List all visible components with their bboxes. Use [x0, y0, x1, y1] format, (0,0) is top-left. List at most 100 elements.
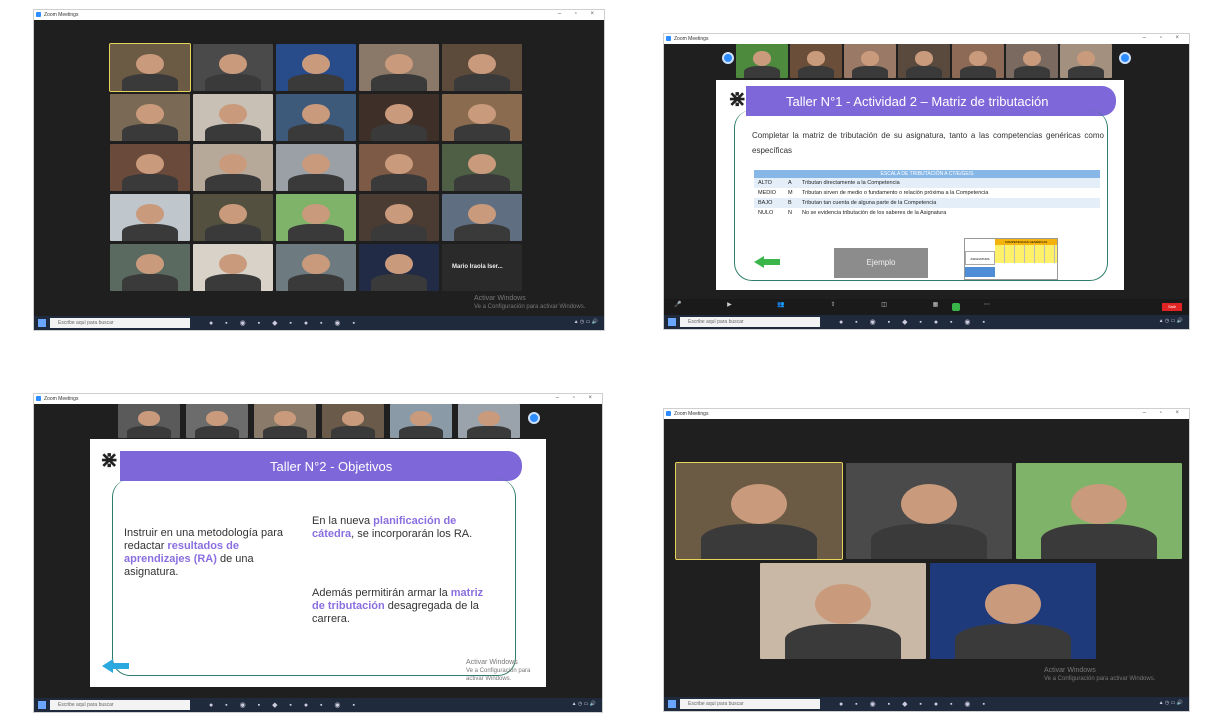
share-screen-icon[interactable] — [952, 303, 960, 311]
taskbar-app-icons[interactable]: ● ▪ ◉ ▪ ◆ ▪ ● ▪ ◉ ▪ — [839, 700, 990, 708]
participant-face — [302, 154, 330, 175]
slide-title: Taller N°1 - Actividad 2 – Matriz de tri… — [786, 94, 1049, 109]
video-tile[interactable] — [193, 194, 273, 241]
video-tile[interactable] — [193, 244, 273, 291]
video-tile[interactable] — [193, 94, 273, 141]
video-tile[interactable] — [930, 563, 1096, 659]
video-tile[interactable] — [359, 194, 439, 241]
participant-face — [478, 411, 500, 426]
system-tray[interactable]: ▲ ◷ ▭ 🔊 — [572, 701, 596, 707]
system-tray[interactable]: ▲ ◷ ▭ 🔊 — [1159, 700, 1183, 706]
video-tile[interactable] — [359, 44, 439, 91]
zoom-logo-icon — [666, 36, 671, 41]
video-tile[interactable] — [276, 94, 356, 141]
taskbar-search-input[interactable]: Escribe aquí para buscar — [680, 699, 820, 709]
video-tile[interactable] — [760, 563, 926, 659]
participant-face — [807, 51, 825, 66]
participant-body — [205, 74, 261, 91]
arrow-left-icon[interactable] — [754, 256, 764, 268]
participant-body — [454, 224, 510, 241]
video-tile[interactable] — [458, 404, 520, 438]
taskbar-search-input[interactable]: Escribe aquí para buscar — [680, 317, 820, 327]
participant-body — [288, 74, 344, 91]
zoom-participant-nav-icon[interactable] — [528, 412, 540, 424]
windows-start-icon[interactable] — [668, 700, 676, 708]
video-tile[interactable] — [322, 404, 384, 438]
toolbar-icons[interactable]: 🎤 ▶ 👥 ⇧ ◫ ▦ ⋯ — [674, 301, 1012, 308]
window-controls[interactable]: – ▫ × — [1143, 35, 1185, 41]
video-tile[interactable] — [276, 194, 356, 241]
video-tile[interactable] — [359, 94, 439, 141]
windows-start-icon[interactable] — [38, 701, 46, 709]
arrow-left-icon[interactable] — [102, 659, 113, 673]
participant-face — [468, 54, 496, 75]
scale-code: A — [788, 180, 792, 186]
video-tile[interactable] — [276, 244, 356, 291]
video-tile[interactable] — [844, 44, 896, 78]
video-tile[interactable] — [276, 144, 356, 191]
video-tile[interactable] — [1016, 463, 1182, 559]
video-tile[interactable] — [193, 144, 273, 191]
video-tile[interactable] — [442, 94, 522, 141]
video-tile[interactable] — [254, 404, 316, 438]
window-controls[interactable]: – ▫ × — [1143, 410, 1185, 416]
scale-code: B — [788, 200, 792, 206]
video-tile[interactable] — [109, 43, 191, 92]
video-tile[interactable] — [110, 144, 190, 191]
video-tile[interactable] — [1060, 44, 1112, 78]
taskbar-app-icons[interactable]: ● ▪ ◉ ▪ ◆ ▪ ● ▪ ◉ ▪ — [209, 701, 360, 709]
participant-body — [851, 65, 889, 78]
window-title: Zoom Meetings — [44, 12, 79, 18]
taskbar-app-icons[interactable]: ● ▪ ◉ ▪ ◆ ▪ ● ▪ ◉ ▪ — [209, 319, 360, 327]
participant-body — [700, 524, 818, 559]
window-controls[interactable]: – ▫ × — [558, 11, 600, 17]
participant-body — [454, 174, 510, 191]
video-tile[interactable] — [442, 44, 522, 91]
video-tile[interactable] — [359, 144, 439, 191]
system-tray[interactable]: ▲ ◷ ▭ 🔊 — [574, 319, 598, 325]
windows-start-icon[interactable] — [668, 318, 676, 326]
video-tile[interactable] — [390, 404, 452, 438]
scale-level: MEDIO — [758, 190, 777, 196]
video-tile[interactable] — [675, 462, 843, 560]
video-tile[interactable] — [790, 44, 842, 78]
participant-face — [861, 51, 879, 66]
participant-face — [385, 104, 413, 125]
screenshot-slide-matrix: Zoom Meetings – ▫ × ⋇ Taller N°1 - Activ… — [663, 33, 1190, 330]
scale-level: BAJO — [758, 200, 773, 206]
system-tray[interactable]: ▲ ◷ ▭ 🔊 — [1159, 318, 1183, 324]
video-tile[interactable] — [442, 194, 522, 241]
video-tile[interactable] — [898, 44, 950, 78]
video-tile[interactable] — [1006, 44, 1058, 78]
window-titlebar: Zoom Meetings – ▫ × — [34, 10, 604, 20]
speaker-tile[interactable]: Mario Iraola Iser... — [442, 244, 522, 291]
window-controls[interactable]: – ▫ × — [556, 395, 598, 401]
video-tile[interactable] — [736, 44, 788, 78]
zoom-participant-nav-icon[interactable] — [1119, 52, 1131, 64]
video-tile[interactable] — [193, 44, 273, 91]
zoom-participant-nav-icon[interactable] — [722, 52, 734, 64]
participant-body — [288, 274, 344, 291]
video-tile[interactable] — [110, 244, 190, 291]
end-meeting-button[interactable]: Salir — [1162, 303, 1182, 311]
participant-body — [467, 425, 511, 438]
shared-slide: ⋇ Taller N°2 - Objetivos Instruir en una… — [90, 439, 546, 687]
video-tile[interactable] — [110, 94, 190, 141]
taskbar-app-icons[interactable]: ● ▪ ◉ ▪ ◆ ▪ ● ▪ ◉ ▪ — [839, 318, 990, 326]
taskbar-search-input[interactable]: Escribe aquí para buscar — [50, 318, 190, 328]
video-tile[interactable] — [110, 194, 190, 241]
video-tile[interactable] — [952, 44, 1004, 78]
windows-start-icon[interactable] — [38, 319, 46, 327]
video-tile[interactable] — [186, 404, 248, 438]
taskbar-search-input[interactable]: Escribe aquí para buscar — [50, 700, 190, 710]
speaker-name: Mario Iraola Iser... — [452, 264, 503, 270]
video-tile[interactable] — [442, 144, 522, 191]
participant-body — [122, 124, 178, 141]
video-tile[interactable] — [118, 404, 180, 438]
participant-body — [205, 174, 261, 191]
video-tile[interactable] — [276, 44, 356, 91]
video-tile[interactable] — [359, 244, 439, 291]
ejemplo-button[interactable]: Ejemplo — [834, 248, 928, 278]
video-tile[interactable] — [846, 463, 1012, 559]
participant-face — [385, 154, 413, 175]
